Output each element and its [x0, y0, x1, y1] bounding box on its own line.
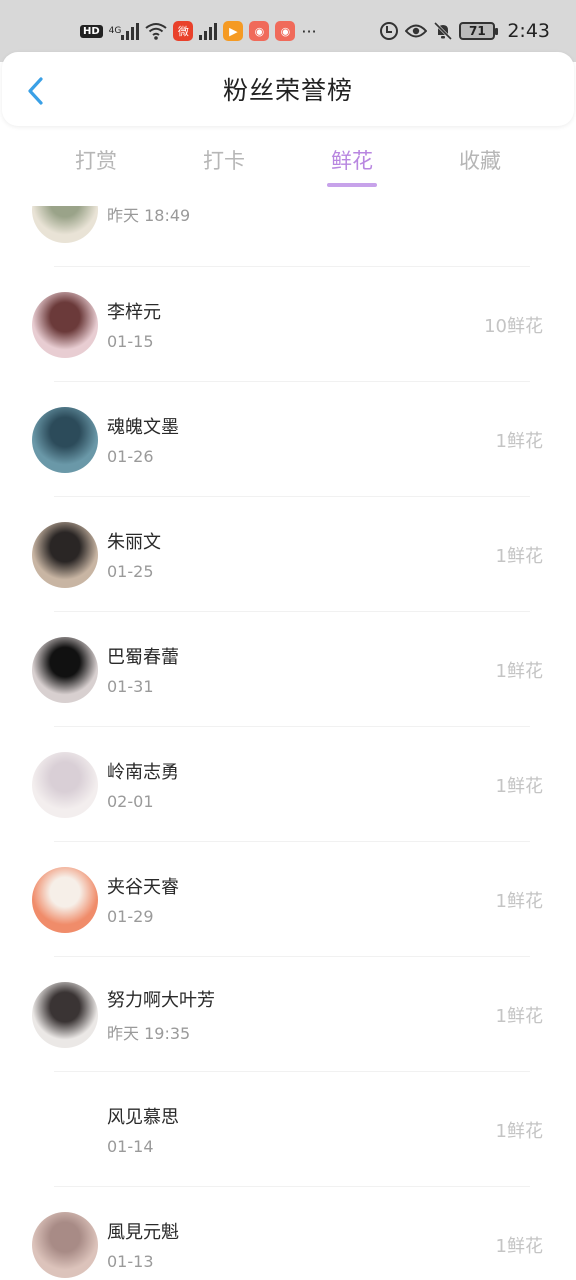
gift-date: 01-14 [107, 1137, 154, 1156]
user-info: 巴蜀春蕾 01-31 [107, 643, 179, 696]
gift-date: 01-29 [107, 907, 154, 926]
avatar[interactable] [32, 866, 98, 933]
gift-date: 02-01 [107, 792, 154, 811]
user-info: 夹谷天睿 01-29 [107, 873, 179, 926]
flower-count: 10鲜花 [484, 315, 543, 337]
user-name[interactable]: 朱丽文 [107, 528, 161, 554]
user-name[interactable]: 努力啊大叶芳 [107, 986, 215, 1012]
user-name[interactable]: 岭南志勇 [107, 758, 179, 784]
gift-date: 01-31 [107, 677, 154, 696]
avatar[interactable] [32, 751, 98, 818]
avatar[interactable] [32, 206, 98, 243]
fan-ranking-list[interactable]: 昨天 18:49 李梓元 01-15 10鲜花 魂魄文墨 01-26 1鲜花 朱丽文 01-25… [0, 206, 576, 1280]
user-info: 风见慕思 01-14 [107, 1103, 179, 1156]
list-item[interactable]: 努力啊大叶芳昨天 19:35 1鲜花 [0, 957, 576, 1072]
user-info: 岭南志勇 02-01 [107, 758, 179, 811]
game-app-icon: ◉ [249, 21, 270, 41]
user-info: 魂魄文墨 01-26 [107, 413, 179, 466]
secondary-signal-icon [199, 22, 218, 40]
tab-checkin[interactable]: 打卡 [199, 132, 249, 188]
user-info: 努力啊大叶芳昨天 19:35 [107, 986, 215, 1044]
list-item[interactable]: 李梓元 01-15 10鲜花 [0, 267, 576, 382]
wifi-icon [145, 22, 167, 40]
user-name[interactable]: 夹谷天睿 [107, 873, 179, 899]
page-title: 粉丝荣誉榜 [222, 76, 353, 105]
status-right-icons: 71 2:43 [379, 20, 550, 42]
user-info: 昨天 18:49 [107, 206, 190, 226]
user-name[interactable]: 巴蜀春蕾 [107, 643, 179, 669]
user-name[interactable]: 风见慕思 [107, 1103, 179, 1129]
flower-count: 1鲜花 [495, 660, 543, 682]
network-type-label: 4G [108, 25, 122, 36]
cellular-signal-icon: 4G [109, 22, 140, 40]
hd-icon: HD [80, 24, 103, 38]
list-item[interactable]: 岭南志勇 02-01 1鲜花 [0, 727, 576, 842]
eye-comfort-icon [405, 23, 428, 39]
avatar[interactable] [32, 636, 98, 703]
data-saver-icon [379, 21, 399, 41]
flower-count: 1鲜花 [495, 545, 543, 567]
list-item[interactable]: 风见慕思 01-14 1鲜花 [0, 1072, 576, 1187]
flower-count: 1鲜花 [495, 430, 543, 452]
tab-bar: 打赏 打卡 鲜花 收藏 [0, 130, 576, 190]
flower-count: 1鲜花 [495, 1120, 543, 1142]
user-name[interactable]: 李梓元 [107, 298, 161, 324]
navigation-header: 粉丝荣誉榜 [2, 52, 574, 126]
flower-count: 1鲜花 [495, 1235, 543, 1257]
list-item[interactable]: 魂魄文墨 01-26 1鲜花 [0, 382, 576, 497]
list-item[interactable]: 風見元魁 01-13 1鲜花 [0, 1187, 576, 1280]
weibo-app-icon: 微 [173, 21, 194, 41]
chevron-left-icon [28, 77, 43, 105]
list-item[interactable]: 巴蜀春蕾 01-31 1鲜花 [0, 612, 576, 727]
avatar[interactable] [32, 1097, 98, 1163]
flower-count: 1鲜花 [495, 775, 543, 797]
user-info: 朱丽文 01-25 [107, 528, 161, 581]
gift-date: 01-13 [107, 1252, 154, 1271]
list-item[interactable]: 夹谷天睿 01-29 1鲜花 [0, 842, 576, 957]
avatar[interactable] [32, 291, 98, 358]
status-time: 2:43 [507, 20, 550, 42]
gift-date: 01-15 [107, 332, 154, 351]
more-notifications-icon: ··· [301, 21, 317, 41]
list-item[interactable]: 昨天 18:49 [0, 206, 576, 267]
gift-date: 01-25 [107, 562, 154, 581]
user-name[interactable]: 魂魄文墨 [107, 413, 179, 439]
battery-icon: 71 [459, 22, 499, 40]
mute-bell-icon [433, 21, 453, 41]
gift-date: 01-26 [107, 447, 154, 466]
avatar[interactable] [32, 521, 98, 588]
gift-date: 昨天 18:49 [107, 206, 191, 225]
tab-reward[interactable]: 打赏 [71, 132, 121, 188]
fan-ranking-list-inner: 昨天 18:49 李梓元 01-15 10鲜花 魂魄文墨 01-26 1鲜花 朱丽文 01-25… [0, 206, 576, 1280]
game-app-icon-2: ◉ [275, 21, 296, 41]
flower-count: 1鲜花 [495, 1005, 543, 1027]
user-info: 風見元魁 01-13 [107, 1218, 179, 1271]
tab-flowers[interactable]: 鲜花 [327, 132, 377, 188]
video-app-icon: ▶ [223, 21, 244, 41]
gift-date: 昨天 19:35 [107, 1023, 191, 1043]
tab-favorites[interactable]: 收藏 [455, 132, 505, 188]
back-button[interactable] [18, 74, 52, 108]
user-name[interactable]: 風見元魁 [107, 1218, 179, 1244]
status-left-icons: HD 4G 微 ▶ ◉ ◉ ··· [80, 21, 317, 41]
flower-count: 1鲜花 [495, 890, 543, 912]
avatar[interactable] [32, 981, 98, 1048]
avatar[interactable] [32, 406, 98, 473]
list-item[interactable]: 朱丽文 01-25 1鲜花 [0, 497, 576, 612]
user-info: 李梓元 01-15 [107, 298, 161, 351]
avatar[interactable] [32, 1211, 98, 1278]
